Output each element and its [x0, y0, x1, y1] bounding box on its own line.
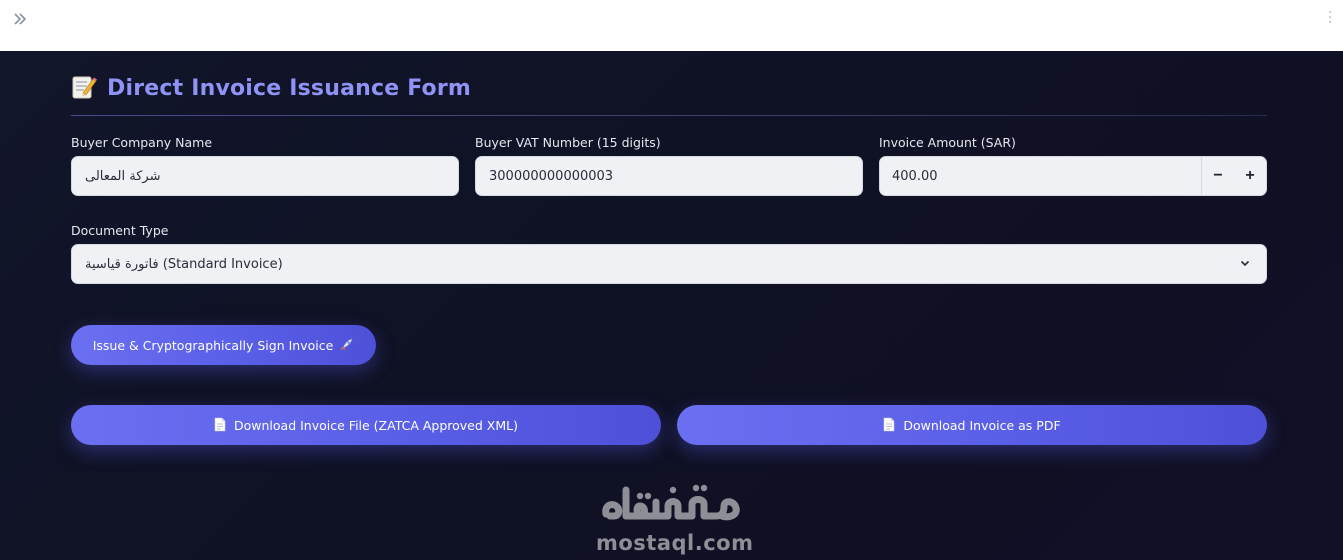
- page-title: Direct Invoice Issuance Form: [107, 75, 472, 101]
- mostaql-watermark: mostaql.com: [596, 476, 754, 556]
- mostaql-logo: [602, 484, 740, 521]
- download-xml-label: Download Invoice File (ZATCA Approved XM…: [234, 417, 518, 433]
- invoice-amount-input[interactable]: 400.00: [880, 157, 1202, 195]
- download-pdf-button[interactable]: Download Invoice as PDF: [677, 405, 1267, 445]
- issue-sign-button[interactable]: Issue & Cryptographically Sign Invoice: [71, 325, 376, 365]
- download-pdf-label: Download Invoice as PDF: [903, 417, 1061, 433]
- document-type-field: Document Type فاتورة قياسية (Standard In…: [71, 223, 1267, 285]
- document-icon: [883, 417, 897, 433]
- document-type-label: Document Type: [71, 223, 169, 238]
- buyer-vat-label: Buyer VAT Number (15 digits): [475, 135, 661, 150]
- memo-icon: [71, 74, 99, 102]
- buyer-company-label: Buyer Company Name: [71, 135, 213, 150]
- buyer-company-input[interactable]: شركة المعالى: [71, 156, 459, 196]
- decrement-button[interactable]: −: [1202, 157, 1234, 195]
- title-divider: [71, 115, 1267, 116]
- download-xml-button[interactable]: Download Invoice File (ZATCA Approved XM…: [71, 405, 661, 445]
- rocket-icon: [338, 337, 354, 353]
- invoice-amount-field: Invoice Amount (SAR) 400.00 − +: [879, 135, 1267, 197]
- app-main: Direct Invoice Issuance Form Buyer Compa…: [0, 51, 1343, 560]
- document-type-value: فاتورة قياسية (Standard Invoice): [85, 256, 283, 272]
- invoice-amount-label: Invoice Amount (SAR): [879, 135, 1016, 150]
- mostaql-watermark-text: mostaql.com: [596, 531, 754, 555]
- chevron-down-icon: [1239, 257, 1253, 271]
- buyer-vat-input[interactable]: 300000000000003: [475, 156, 863, 196]
- issue-sign-label: Issue & Cryptographically Sign Invoice: [92, 337, 334, 353]
- form-header: Direct Invoice Issuance Form: [71, 73, 1267, 103]
- top-toolbar: [0, 0, 1343, 51]
- buyer-vat-field: Buyer VAT Number (15 digits) 30000000000…: [475, 135, 863, 197]
- document-icon: [214, 417, 228, 433]
- invoice-amount-stepper: 400.00 − +: [879, 156, 1267, 196]
- increment-button[interactable]: +: [1234, 157, 1266, 195]
- main-menu-icon[interactable]: [1327, 10, 1333, 30]
- buyer-company-field: Buyer Company Name شركة المعالى: [71, 135, 459, 197]
- document-type-select[interactable]: فاتورة قياسية (Standard Invoice): [71, 244, 1267, 284]
- expand-sidebar-icon[interactable]: [12, 11, 34, 33]
